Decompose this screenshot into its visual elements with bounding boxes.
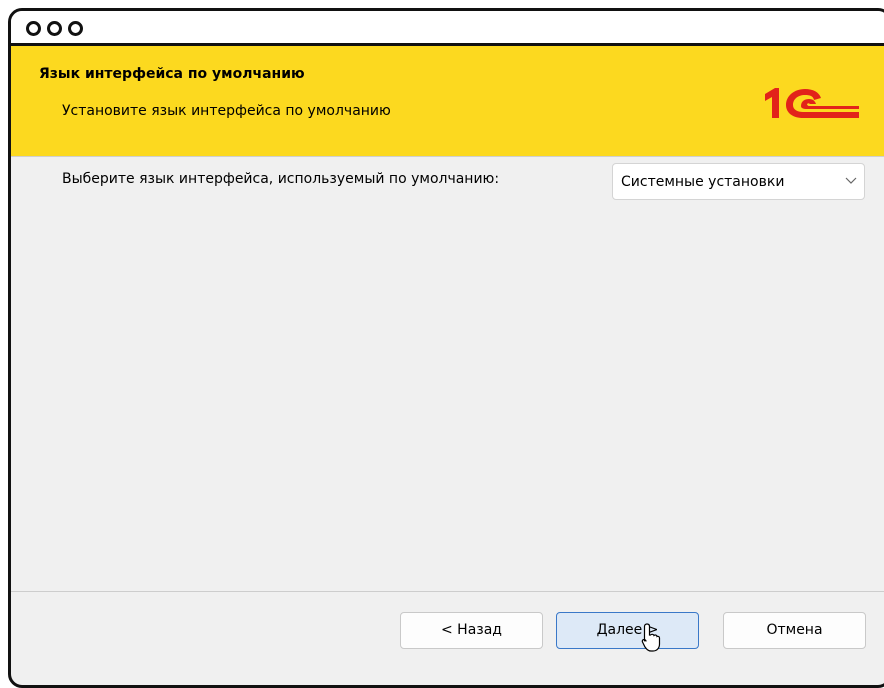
language-label: Выберите язык интерфейса, используемый п… [62, 171, 500, 187]
next-button[interactable]: Далее > [556, 612, 699, 649]
1c-logo: 1С [765, 88, 859, 118]
window-control-dot[interactable] [68, 21, 83, 36]
language-select[interactable]: Системные установки [612, 163, 865, 200]
back-button[interactable]: < Назад [400, 612, 543, 649]
page-title: Язык интерфейса по умолчанию [39, 66, 305, 82]
installer-window: Язык интерфейса по умолчанию Установите … [8, 8, 884, 688]
footer-divider [11, 591, 884, 592]
chevron-down-icon [845, 177, 857, 184]
window-title-bar [11, 11, 884, 46]
mouse-cursor-icon [641, 623, 661, 652]
cancel-button[interactable]: Отмена [723, 612, 866, 649]
window-control-dot[interactable] [47, 21, 62, 36]
wizard-header: Язык интерфейса по умолчанию Установите … [11, 46, 884, 157]
page-subtitle: Установите язык интерфейса по умолчанию [62, 103, 391, 119]
language-select-value: Системные установки [621, 174, 785, 190]
window-control-dot[interactable] [26, 21, 41, 36]
